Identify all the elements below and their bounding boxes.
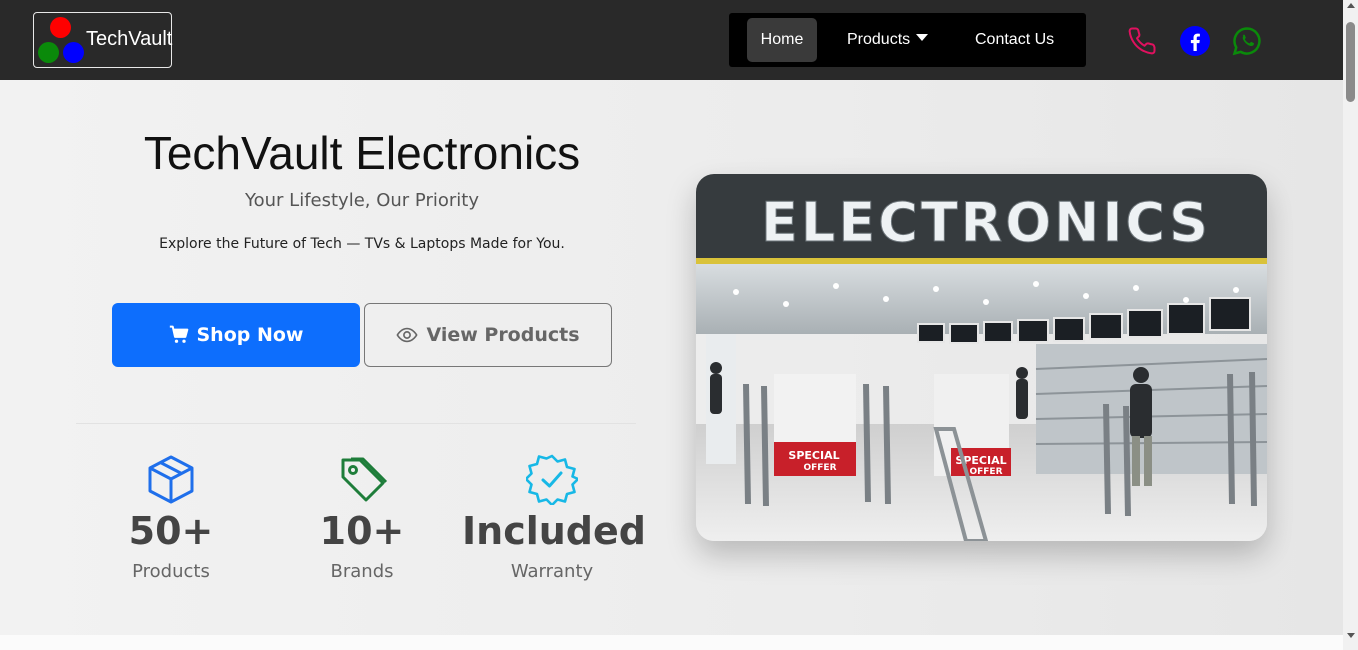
nav-menu: Home Products Contact Us <box>729 13 1086 67</box>
view-products-button[interactable]: View Products <box>364 303 612 367</box>
hero-subtitle: Your Lifestyle, Our Priority <box>245 190 479 211</box>
facebook-icon[interactable] <box>1180 26 1210 56</box>
logo[interactable]: TechVault <box>33 12 172 68</box>
stat-brands: 10+ Brands <box>272 453 452 582</box>
badge-check-icon <box>526 454 578 505</box>
nav-contact-label: Contact Us <box>975 31 1055 48</box>
tag-icon <box>341 457 388 502</box>
scroll-down-arrow-icon[interactable] <box>1347 633 1355 638</box>
stat-warranty-value: Included <box>462 509 646 553</box>
cart-icon <box>169 325 188 343</box>
scroll-thumb[interactable] <box>1346 22 1355 102</box>
nav-home-label: Home <box>760 31 804 48</box>
view-products-label: View Products <box>426 324 580 346</box>
stat-brands-label: Brands <box>330 561 394 582</box>
hero-title: TechVault Electronics <box>143 127 581 179</box>
page-bottom-strip <box>0 635 1343 650</box>
stat-products-label: Products <box>132 561 210 582</box>
logo-blue-dot <box>63 42 84 63</box>
stat-products: 50+ Products <box>81 453 261 582</box>
stat-products-value: 50+ <box>128 509 214 553</box>
logo-text: TechVault <box>86 28 173 50</box>
stat-warranty: Included Warranty <box>462 453 646 582</box>
shop-now-label: Shop Now <box>196 324 304 346</box>
nav-products-label: Products <box>847 31 911 48</box>
logo-green-dot <box>38 42 59 63</box>
eye-icon <box>396 327 419 343</box>
phone-icon[interactable] <box>1127 26 1157 56</box>
offer-text-center-2: OFFER <box>969 467 1002 477</box>
nav-contact[interactable]: Contact Us <box>975 18 1065 62</box>
navbar: TechVault Home Products Contact Us <box>0 0 1343 80</box>
stat-warranty-label: Warranty <box>510 561 594 582</box>
offer-text-left-2: OFFER <box>803 463 836 473</box>
nav-products-dropdown[interactable]: Products <box>847 18 937 62</box>
hero-description: Explore the Future of Tech — TVs & Lapto… <box>159 236 565 252</box>
offer-text-left-1: SPECIAL <box>788 449 839 462</box>
shop-now-button[interactable]: Shop Now <box>112 303 360 367</box>
store-sign-yellow-strip <box>696 258 1267 264</box>
whatsapp-icon[interactable] <box>1232 26 1262 56</box>
stat-brands-value: 10+ <box>319 509 405 553</box>
vertical-scrollbar[interactable] <box>1343 0 1358 650</box>
stats-divider <box>76 423 636 424</box>
nav-home[interactable]: Home <box>747 18 817 62</box>
box-icon <box>148 455 194 504</box>
caret-down-icon <box>916 34 929 42</box>
hero-section: TechVault Electronics Your Lifestyle, Ou… <box>0 80 1343 635</box>
store-image: ELECTRONICS SPECIAL OFFER SPECIAL OFFER <box>696 174 1267 541</box>
logo-red-dot <box>50 17 71 38</box>
scroll-up-arrow-icon[interactable] <box>1347 3 1355 8</box>
store-sign-text: ELECTRONICS <box>761 191 1211 254</box>
